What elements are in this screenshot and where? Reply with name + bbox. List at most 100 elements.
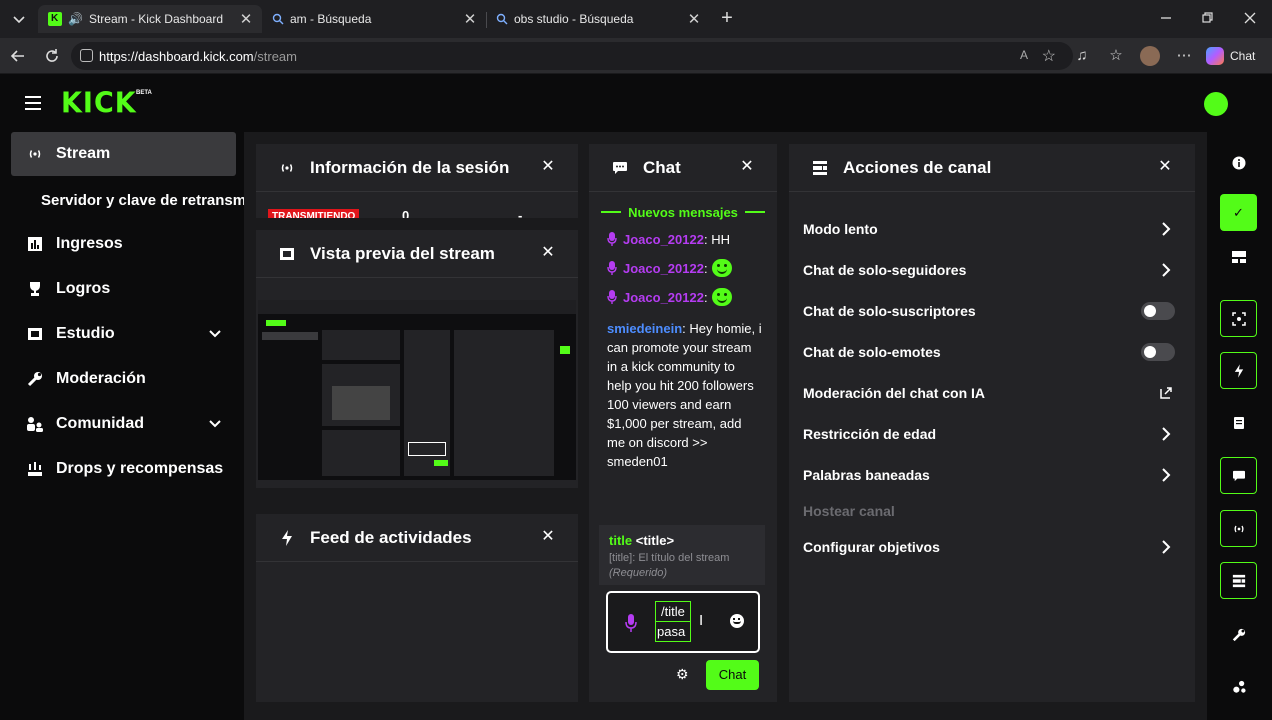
sidebar-item-comunidad[interactable]: Comunidad: [11, 402, 236, 446]
close-icon[interactable]: ✕: [540, 245, 556, 261]
broadcast-icon: [278, 159, 296, 177]
sidebar-item-ingresos[interactable]: Ingresos: [11, 222, 236, 266]
chat-input-text: pasa: [655, 622, 691, 642]
chat-message[interactable]: Joaco_20122:: [607, 288, 767, 307]
chevron-down-icon[interactable]: [208, 327, 222, 341]
action-emotes-only[interactable]: Chat de solo-emotes: [803, 337, 1181, 367]
copilot-button[interactable]: Chat: [1206, 46, 1255, 66]
site-info-icon[interactable]: [80, 49, 93, 62]
chevron-right-icon[interactable]: [1157, 425, 1175, 443]
action-followers-only[interactable]: Chat de solo-seguidores: [803, 255, 1181, 285]
new-tab-icon[interactable]: +: [718, 8, 736, 28]
user-avatar[interactable]: [1204, 92, 1228, 116]
tab-actions-menu-icon[interactable]: [10, 10, 28, 28]
favorites-icon[interactable]: ☆: [1107, 47, 1125, 65]
browser-tab-search-obs[interactable]: obs studio - Búsqueda ✕: [486, 5, 710, 33]
sidebar-item-estudio[interactable]: Estudio: [11, 312, 236, 356]
close-icon[interactable]: ✕: [1157, 159, 1173, 175]
sidebar-item-label: Stream: [56, 145, 111, 162]
panel-title: Acciones de canal: [843, 157, 992, 177]
menu-icon[interactable]: [25, 96, 41, 110]
preview-icon: [278, 245, 296, 263]
kick-favicon-icon: K: [48, 12, 62, 26]
chat-message[interactable]: Joaco_20122:: [607, 259, 767, 278]
chevron-right-icon[interactable]: [1157, 220, 1175, 238]
back-icon[interactable]: [9, 47, 27, 65]
emotes-only-toggle[interactable]: [1141, 343, 1175, 361]
more-options-icon[interactable]: ⋯: [1175, 47, 1193, 65]
lightning-icon[interactable]: [1220, 352, 1257, 389]
sidebar-item-stream[interactable]: Stream: [11, 132, 236, 176]
extensions-icon[interactable]: ♫: [1073, 47, 1091, 65]
sidebar-item-moderacion[interactable]: Moderación: [11, 357, 236, 401]
command-name: title: [609, 533, 633, 548]
action-set-goals[interactable]: Configurar objetivos: [803, 532, 1181, 562]
close-icon[interactable]: ✕: [540, 159, 556, 175]
close-window-icon[interactable]: [1241, 9, 1259, 27]
sidebar-item-drops[interactable]: Drops y recompensas: [11, 447, 236, 491]
checkmark-icon[interactable]: ✓: [1220, 194, 1257, 231]
panel-title: Chat: [643, 157, 681, 177]
activity-feed-panel: Feed de actividades ✕: [256, 514, 578, 702]
sidebar-item-label: Moderación: [56, 370, 146, 387]
beta-badge: BETA: [136, 90, 152, 96]
chat-username[interactable]: Joaco_20122: [623, 261, 704, 276]
info-icon[interactable]: [1220, 144, 1257, 181]
emoji-icon[interactable]: [730, 614, 744, 628]
restore-icon[interactable]: [1198, 9, 1216, 27]
action-age-restriction[interactable]: Restricción de edad: [803, 419, 1181, 449]
chat-username[interactable]: Joaco_20122: [623, 232, 704, 247]
tab-close-icon[interactable]: ✕: [684, 10, 704, 28]
external-link-icon[interactable]: [1157, 384, 1175, 402]
notes-icon[interactable]: [1220, 404, 1257, 441]
browser-tab-kick[interactable]: K 🔊 Stream - Kick Dashboard ✕: [38, 5, 262, 33]
sidebar-item-server-key[interactable]: Servidor y clave de retransmisión: [41, 192, 244, 209]
command-desc: El título del stream: [638, 552, 730, 564]
kick-logo[interactable]: KICK: [61, 87, 137, 120]
sidebar-item-logros[interactable]: Logros: [11, 267, 236, 311]
chat-settings-gear-icon[interactable]: ⚙: [676, 666, 689, 683]
chat-message[interactable]: smiedeinein: Hey homie, i can promote yo…: [607, 319, 763, 471]
action-subscribers-only[interactable]: Chat de solo-suscriptores: [803, 296, 1181, 326]
chat-send-button[interactable]: Chat: [706, 660, 759, 690]
new-messages-divider: Nuevos mensajes: [599, 204, 767, 220]
command-suggestion[interactable]: title <title> [title]: El título del str…: [599, 525, 765, 585]
chevron-right-icon[interactable]: [1157, 261, 1175, 279]
profile-avatar[interactable]: [1140, 46, 1160, 66]
microphone-badge-icon: [607, 232, 617, 246]
channel-actions-icon[interactable]: [1220, 562, 1257, 599]
tab-close-icon[interactable]: ✕: [460, 10, 480, 28]
tab-close-icon[interactable]: ✕: [236, 10, 256, 28]
chevron-right-icon[interactable]: [1157, 538, 1175, 556]
chat-username[interactable]: smiedeinein: [607, 321, 682, 336]
minimize-icon[interactable]: [1157, 9, 1175, 27]
chat-input[interactable]: /title pasa I: [606, 591, 760, 653]
chat-message[interactable]: Joaco_20122: HH: [607, 230, 767, 249]
microphone-icon[interactable]: [625, 614, 637, 632]
chevron-down-icon[interactable]: [208, 417, 222, 431]
subscribers-only-toggle[interactable]: [1141, 302, 1175, 320]
url-field[interactable]: https://dashboard.kick.com/stream A ☆: [71, 42, 1073, 70]
favorite-star-icon[interactable]: ☆: [1042, 46, 1056, 66]
action-slow-mode[interactable]: Modo lento: [803, 214, 1181, 244]
wrench-icon[interactable]: [1220, 616, 1257, 653]
chevron-right-icon[interactable]: [1157, 466, 1175, 484]
session-info-toggle-icon[interactable]: [1220, 300, 1257, 337]
action-ai-moderation[interactable]: Moderación del chat con IA: [803, 378, 1181, 408]
action-label: Moderación del chat con IA: [803, 385, 986, 401]
layout-icon[interactable]: [1220, 238, 1257, 275]
read-aloud-icon[interactable]: A: [1020, 48, 1028, 62]
browser-tab-search-am[interactable]: am - Búsqueda ✕: [262, 5, 486, 33]
trophy-icon: [25, 279, 45, 299]
reload-icon[interactable]: [43, 47, 61, 65]
broadcast-icon[interactable]: [1220, 510, 1257, 547]
community-icon[interactable]: [1220, 668, 1257, 705]
close-icon[interactable]: ✕: [739, 159, 755, 175]
chat-username[interactable]: Joaco_20122: [623, 290, 704, 305]
stream-preview-video[interactable]: [258, 300, 576, 480]
action-banned-words[interactable]: Palabras baneadas: [803, 460, 1181, 490]
chat-bubble-icon[interactable]: [1220, 457, 1257, 494]
speaker-icon[interactable]: 🔊: [68, 12, 83, 26]
lightning-icon: [278, 529, 296, 547]
close-icon[interactable]: ✕: [540, 529, 556, 545]
